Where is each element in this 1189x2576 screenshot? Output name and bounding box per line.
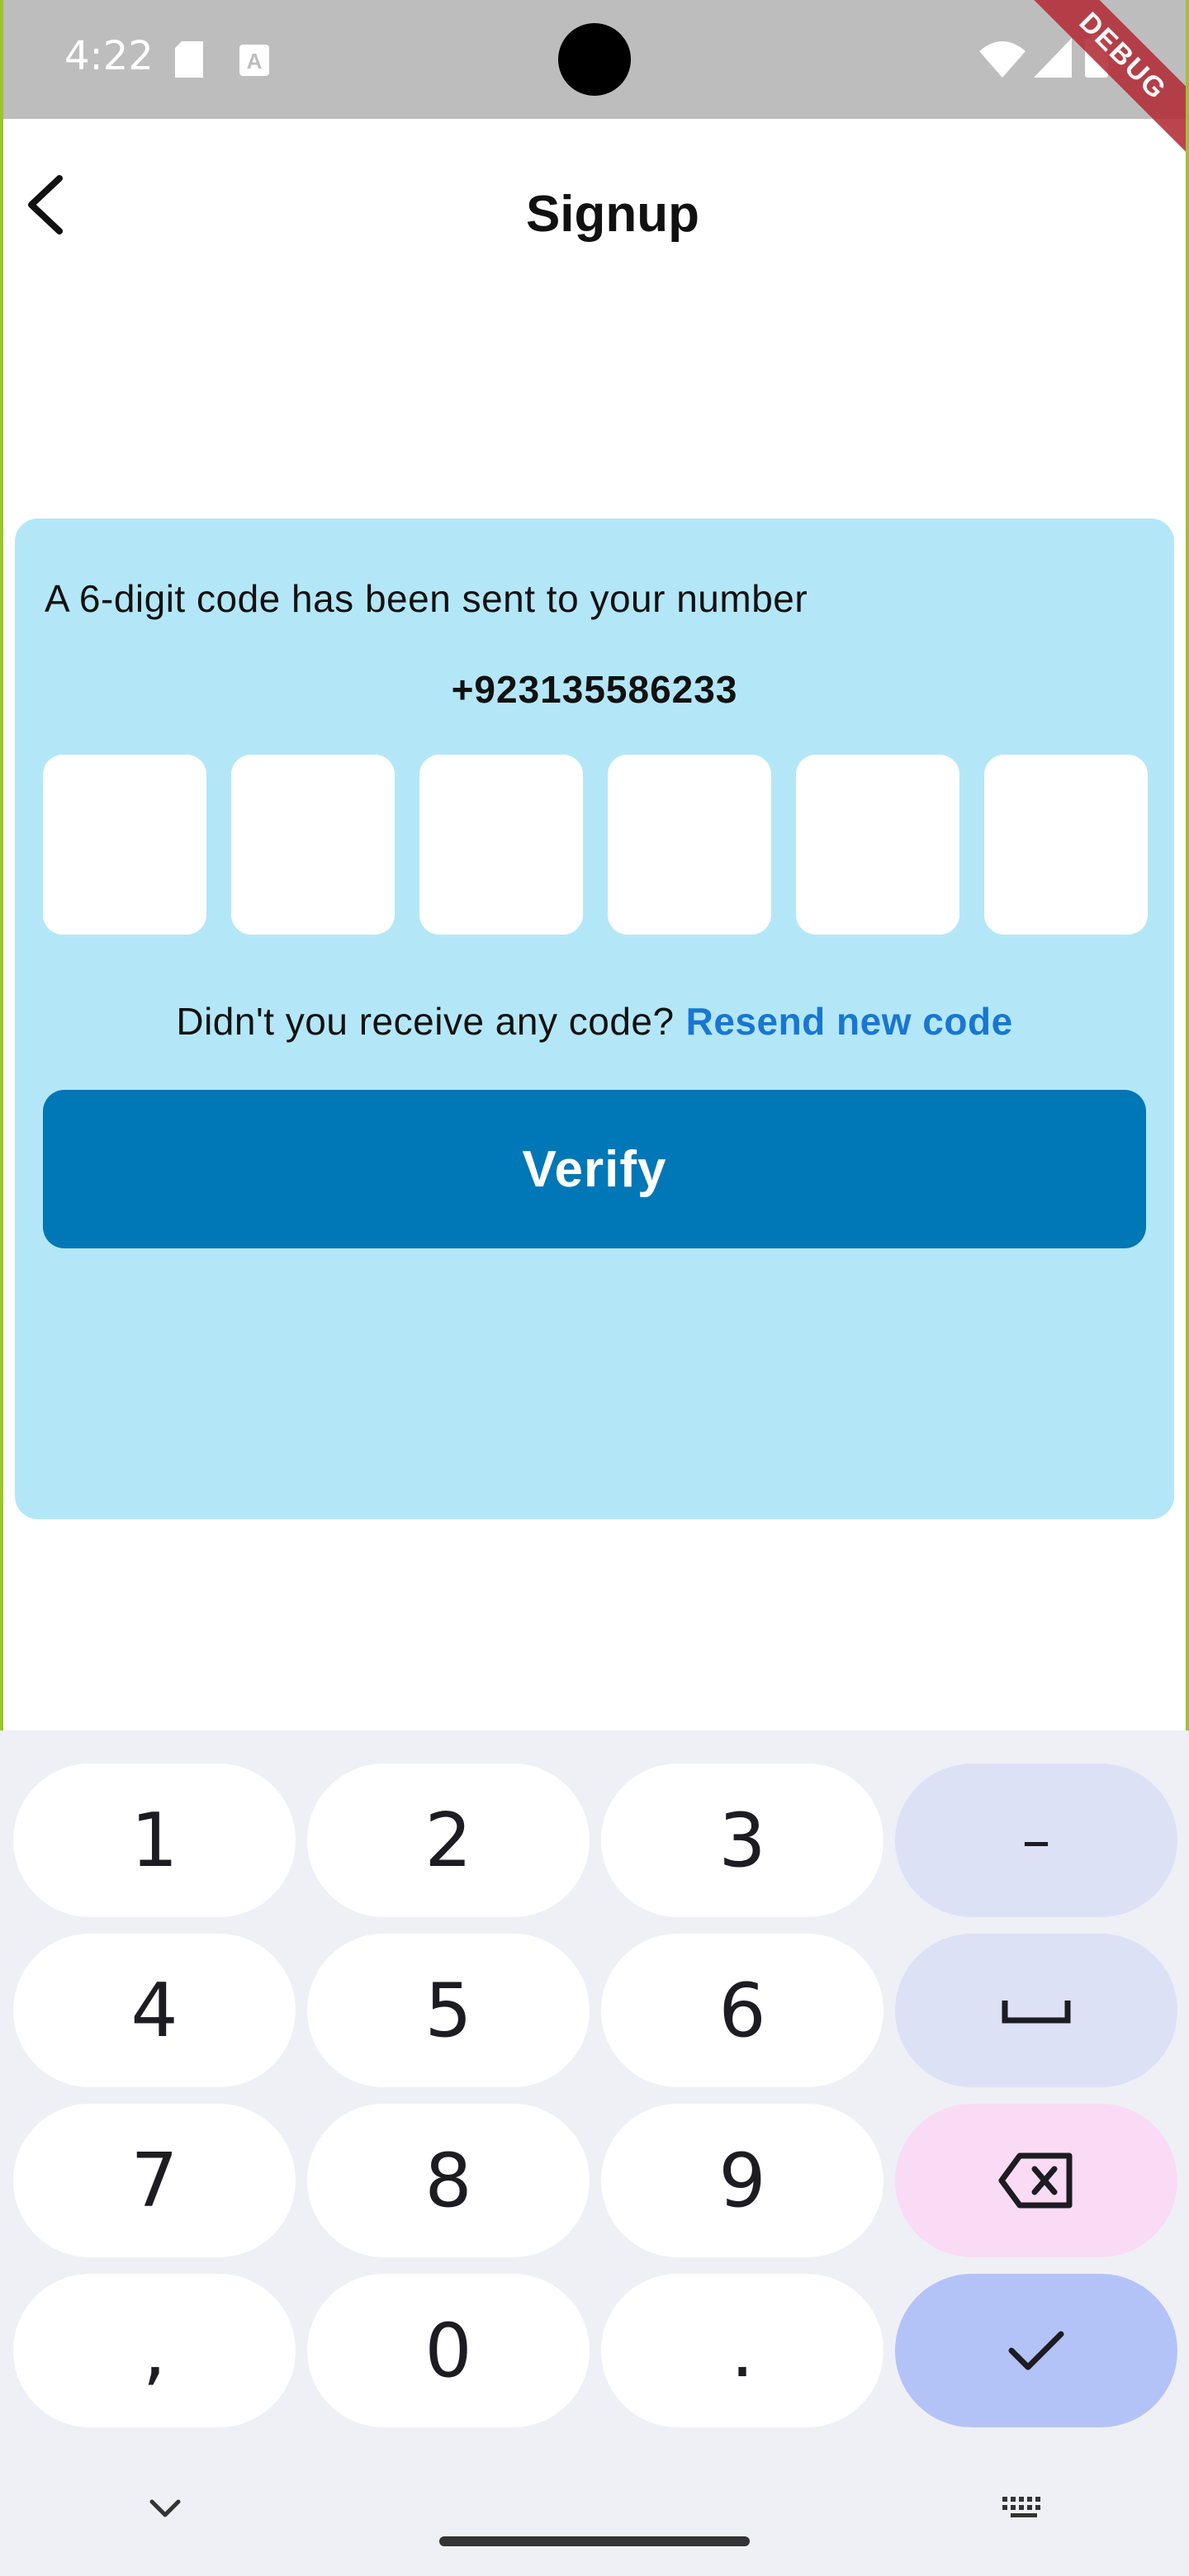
key-4[interactable]: 4	[13, 1934, 296, 2087]
space-bar-icon	[1002, 2001, 1071, 2024]
hide-keyboard-button[interactable]	[145, 2492, 185, 2525]
code-sent-message: A 6-digit code has been sent to your num…	[45, 577, 808, 620]
otp-digit-6[interactable]	[984, 755, 1148, 935]
key-period[interactable]: .	[601, 2274, 883, 2427]
key-2[interactable]: 2	[307, 1764, 590, 1917]
key-3[interactable]: 3	[601, 1764, 883, 1917]
keyboard-switch-button[interactable]	[1001, 2492, 1047, 2525]
keyboard-icon	[1002, 2497, 1040, 2517]
done-key[interactable]	[895, 2274, 1177, 2427]
status-bar: 4:22 A DEBUG	[0, 0, 1189, 160]
camera-cutout	[558, 23, 631, 96]
numeric-keyboard: 1 2 3 – 4 5 6 7 8 9 , 0 .	[0, 1731, 1189, 2576]
key-5[interactable]: 5	[307, 1934, 590, 2087]
resend-code-link[interactable]: Resend new code	[686, 1000, 1013, 1043]
key-comma[interactable]: ,	[13, 2274, 296, 2427]
chevron-down-icon	[149, 2499, 181, 2517]
frame-left-border	[0, 0, 3, 1731]
frame-right-border	[1186, 0, 1189, 1731]
home-indicator[interactable]	[439, 2536, 750, 2546]
key-1[interactable]: 1	[13, 1764, 296, 1917]
otp-digit-4[interactable]	[608, 755, 771, 935]
otp-digit-3[interactable]	[419, 755, 583, 935]
status-time: 4:22	[64, 33, 154, 79]
resend-row: Didn't you receive any code? Resend new c…	[15, 999, 1174, 1044]
sd-card-icon	[175, 41, 203, 82]
otp-card: A 6-digit code has been sent to your num…	[15, 519, 1174, 1519]
app-bar: Signup	[0, 119, 1189, 304]
wifi-icon	[979, 40, 1026, 82]
resend-prompt: Didn't you receive any code?	[176, 1000, 675, 1043]
signal-icon	[1034, 38, 1072, 82]
backspace-key[interactable]	[895, 2104, 1177, 2257]
key-dash[interactable]: –	[895, 1764, 1177, 1917]
key-0[interactable]: 0	[307, 2274, 590, 2427]
page-title: Signup	[525, 186, 700, 243]
key-6[interactable]: 6	[601, 1934, 883, 2087]
backspace-icon	[998, 2152, 1073, 2209]
verify-button[interactable]: Verify	[43, 1090, 1146, 1248]
text-a-icon: A	[239, 45, 269, 80]
phone-number: +923135586233	[451, 668, 738, 711]
svg-text:A: A	[247, 49, 263, 73]
keyboard-nav-bar	[0, 2469, 1189, 2576]
otp-digit-5[interactable]	[796, 755, 959, 935]
space-key[interactable]	[895, 1934, 1177, 2087]
key-9[interactable]: 9	[601, 2104, 883, 2257]
otp-digit-1[interactable]	[43, 755, 206, 935]
key-7[interactable]: 7	[13, 2104, 296, 2257]
checkmark-icon	[1008, 2331, 1064, 2370]
key-8[interactable]: 8	[307, 2104, 590, 2257]
otp-digit-2[interactable]	[231, 755, 395, 935]
